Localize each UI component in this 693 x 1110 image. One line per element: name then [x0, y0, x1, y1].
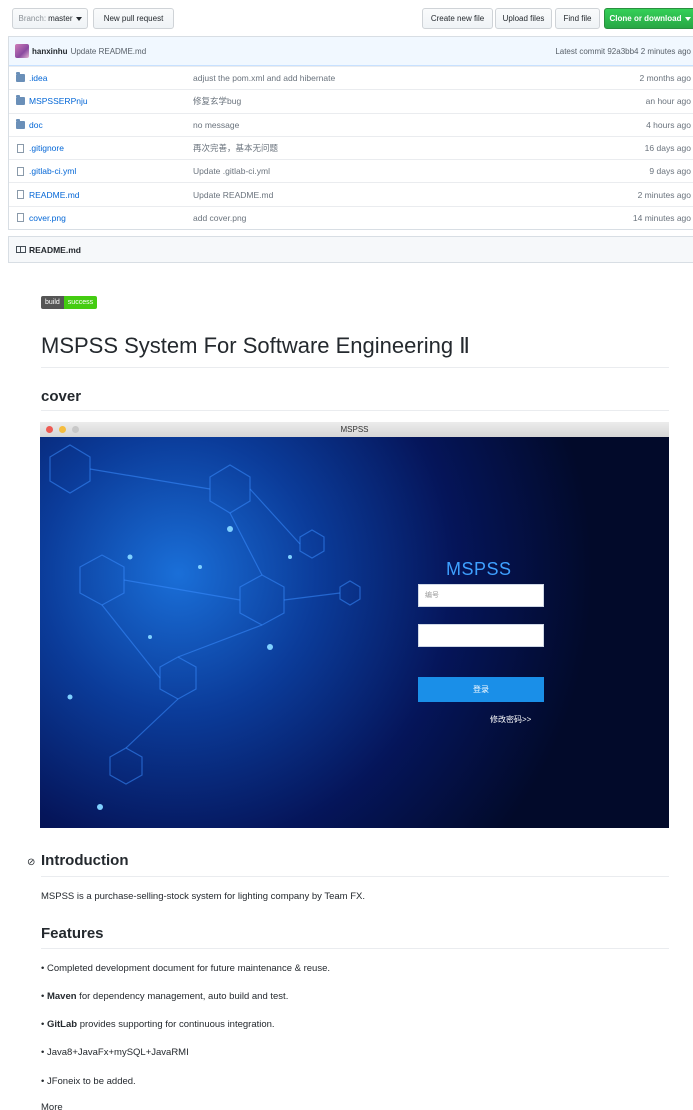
cover-heading: cover	[41, 388, 82, 405]
commit-time: 2 minutes ago	[640, 46, 691, 56]
file-age: 2 months ago	[639, 73, 691, 84]
minimize-dot-icon	[59, 426, 66, 433]
branch-select-button[interactable]: Branch: master	[12, 8, 88, 29]
feature-text: provides supporting for continuous integ…	[77, 1019, 275, 1030]
file-commit-message[interactable]: adjust the pom.xml and add hibernate	[193, 73, 335, 83]
commit-author[interactable]: hanxinhu	[32, 47, 68, 56]
chevron-down-icon	[684, 16, 691, 21]
file-name[interactable]: .idea	[29, 73, 199, 83]
find-file-button[interactable]: Find file	[555, 8, 600, 29]
file-name[interactable]: .gitlab-ci.yml	[29, 166, 199, 176]
maximize-dot-icon	[72, 426, 79, 433]
file-age: 4 hours ago	[646, 119, 691, 130]
clone-or-download-label: Clone or download	[609, 14, 682, 23]
clone-or-download-button[interactable]: Clone or download	[604, 8, 693, 29]
chevron-down-icon	[75, 16, 82, 21]
file-name[interactable]: .gitignore	[29, 143, 199, 153]
app-brand-title: MSPSS	[446, 559, 512, 579]
app-background: MSPSS 编号 登录 修改密码>>	[40, 437, 669, 828]
latest-commit-bar: hanxinhu Update README.md Latest commit …	[9, 37, 693, 66]
file-age: 2 minutes ago	[637, 189, 691, 200]
file-age: 16 days ago	[644, 143, 691, 154]
file-commit-message[interactable]: add cover.png	[193, 213, 246, 223]
file-commit-message[interactable]: Update README.md	[193, 190, 273, 200]
change-password-link[interactable]: 修改密码>>	[490, 714, 531, 725]
divider	[41, 948, 669, 949]
file-age: an hour ago	[645, 96, 691, 107]
file-row: .gitlab-ci.yml Update .gitlab-ci.yml 9 d…	[9, 159, 693, 182]
readme-filename: README.md	[29, 244, 81, 255]
file-table: hanxinhu Update README.md Latest commit …	[8, 36, 693, 231]
feature-item: • Java8+JavaFx+mySQL+JavaRMI	[41, 1047, 189, 1058]
id-input[interactable]: 编号	[418, 584, 544, 607]
file-icon	[17, 213, 24, 223]
folder-icon	[16, 95, 25, 106]
app-window-title: MSPSS	[340, 425, 369, 434]
file-row: MSPSSERPnju 修复玄学bug an hour ago	[9, 89, 693, 112]
feature-bold: GitLab	[46, 1019, 78, 1030]
file-commit-message[interactable]: Update .gitlab-ci.yml	[193, 166, 270, 176]
password-input[interactable]	[418, 624, 544, 647]
folder-icon	[16, 118, 25, 129]
book-icon	[16, 246, 26, 253]
file-row: .idea adjust the pom.xml and add hiberna…	[9, 66, 693, 89]
file-row: .gitignore 再次完善，基本无问题 16 days ago	[9, 135, 693, 159]
file-icon	[17, 143, 24, 153]
create-new-file-button[interactable]: Create new file	[422, 8, 493, 29]
divider	[41, 876, 669, 877]
features-heading: Features	[41, 925, 104, 942]
upload-files-button[interactable]: Upload files	[495, 8, 552, 29]
file-commit-message[interactable]: 再次完善，基本无问题	[193, 142, 278, 154]
file-row: cover.png add cover.png 14 minutes ago	[9, 205, 693, 229]
file-row: doc no message 4 hours ago	[9, 112, 693, 136]
commit-hash[interactable]: 92a3bb4	[607, 47, 638, 56]
feature-item: • JFoneix to be added.	[41, 1076, 136, 1087]
latest-commit-info: Latest commit 92a3bb4 2 minutes ago	[555, 47, 691, 56]
feature-text: • JFoneix to be added.	[41, 1076, 136, 1087]
file-icon	[17, 166, 24, 176]
feature-bold: Maven	[46, 991, 77, 1002]
readme-title: MSPSS System For Software Engineering Ⅱ	[41, 333, 470, 358]
latest-commit-label: Latest commit	[555, 46, 606, 56]
feature-text: • Java8+JavaFx+mySQL+JavaRMI	[41, 1047, 189, 1058]
file-name[interactable]: doc	[29, 120, 199, 130]
more-text: More	[41, 1102, 63, 1110]
file-age: 9 days ago	[649, 166, 691, 177]
file-name[interactable]: MSPSSERPnju	[29, 96, 199, 106]
file-name[interactable]: README.md	[29, 190, 199, 200]
introduction-text: MSPSS is a purchase-selling-stock system…	[41, 891, 366, 902]
feature-item: • GitLab provides supporting for continu…	[41, 1019, 275, 1030]
hexagon-network-graphic	[49, 444, 361, 810]
divider	[41, 410, 669, 411]
new-pull-request-button[interactable]: New pull request	[93, 8, 174, 29]
feature-text: • Completed development document for fut…	[41, 963, 331, 974]
feature-item: • Completed development document for fut…	[41, 963, 330, 974]
branch-prefix: Branch:	[18, 14, 47, 23]
introduction-heading: Introduction	[41, 852, 129, 869]
file-row: README.md Update README.md 2 minutes ago	[9, 182, 693, 205]
file-commit-message[interactable]: no message	[193, 120, 239, 130]
commit-message[interactable]: Update README.md	[71, 47, 147, 56]
file-age: 14 minutes ago	[632, 212, 691, 223]
feature-item: • Maven for dependency management, auto …	[41, 991, 288, 1002]
file-name[interactable]: cover.png	[29, 213, 199, 223]
branch-value: master	[48, 14, 73, 23]
app-titlebar: MSPSS	[40, 422, 669, 437]
avatar[interactable]	[15, 44, 29, 58]
divider	[41, 367, 669, 368]
badge-label: build	[41, 296, 64, 309]
readme-header: README.md	[8, 236, 693, 263]
close-dot-icon	[46, 426, 53, 433]
repo-toolbar: Branch: master New pull request Create n…	[0, 8, 693, 30]
anchor-link-icon[interactable]: ⊘	[27, 857, 35, 868]
build-status-badge[interactable]: build success	[41, 296, 98, 309]
badge-status: success	[63, 296, 98, 309]
feature-text: for dependency management, auto build an…	[76, 991, 289, 1002]
file-commit-message[interactable]: 修复玄学bug	[193, 95, 241, 107]
cover-image: MSPSS MSPSS 编号 登录 修改密码>>	[40, 422, 669, 828]
login-button[interactable]: 登录	[418, 677, 544, 702]
file-icon	[17, 190, 24, 200]
folder-icon	[16, 72, 25, 83]
